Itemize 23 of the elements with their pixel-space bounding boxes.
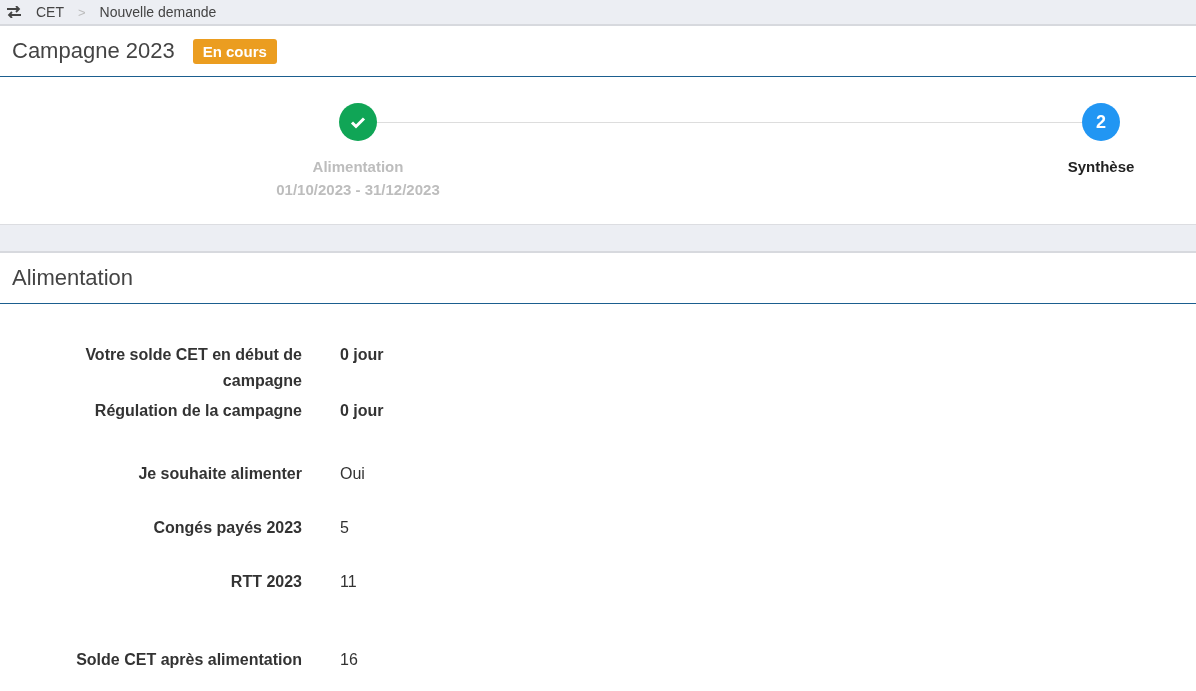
field-label: Solde CET après alimentation	[75, 650, 302, 670]
campaign-title: Campagne 2023	[12, 38, 175, 64]
step-number: 2	[1096, 111, 1106, 133]
field-value: 0 jour	[340, 401, 385, 421]
breadcrumb-item: Nouvelle demande	[99, 4, 217, 20]
step-label: Synthèse	[1067, 157, 1135, 177]
field-value: 5	[340, 518, 350, 538]
section-title: Alimentation	[12, 265, 134, 291]
field-label: Congés payés 2023	[152, 518, 302, 538]
breadcrumb-item[interactable]: CET	[36, 4, 64, 20]
field-value: 0 jour	[340, 345, 385, 365]
field-label: Votre solde CET en début de campagne	[84, 345, 302, 391]
field-value: 11	[340, 572, 358, 592]
field-label: Régulation de la campagne	[93, 401, 302, 421]
field-label: RTT 2023	[229, 572, 302, 592]
swap-arrows-icon[interactable]	[6, 6, 22, 18]
status-badge: En cours	[192, 38, 277, 64]
field-value: 16	[340, 650, 359, 670]
field-value: Oui	[340, 464, 366, 484]
field-label: Je souhaite alimenter	[137, 464, 302, 484]
step-label: Alimentation 01/10/2023 - 31/12/2023	[276, 157, 440, 200]
breadcrumb-separator: >	[78, 4, 86, 20]
check-icon	[350, 115, 366, 129]
